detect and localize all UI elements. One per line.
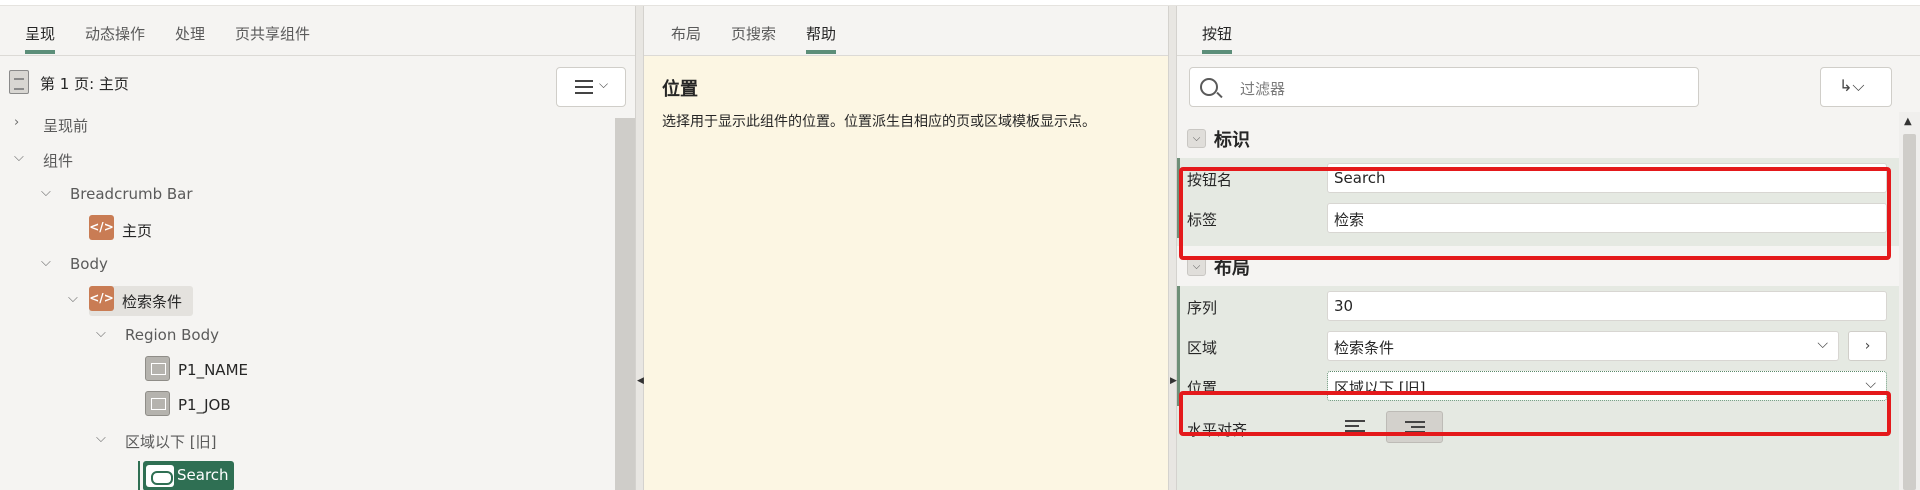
chevron-down-icon: ⌵ (68, 291, 78, 306)
tree-node-label: Body (70, 255, 108, 273)
middle-tabs: 布局 页搜索 帮助 (644, 6, 1168, 56)
tab-label: 帮助 (806, 25, 837, 43)
tab-processing[interactable]: 处理 (175, 23, 205, 44)
tab-dynamic-actions[interactable]: 动态操作 (85, 23, 145, 44)
code-region-icon: </> (89, 286, 114, 311)
pane-splitter-right[interactable]: ▶ (1168, 6, 1177, 490)
tab-label: 动态操作 (85, 25, 146, 43)
tree-node-p1-name[interactable]: P1_NAME (145, 356, 295, 386)
chevron-down-icon: ⌵ (41, 185, 51, 200)
tree-node-home[interactable]: </> 主页 (89, 215, 209, 245)
tab-label: 页搜索 (731, 25, 777, 43)
region-select[interactable]: 检索条件 ⌵ (1327, 331, 1839, 361)
tab-label: 呈现 (25, 25, 56, 43)
prop-label: 区域 (1187, 339, 1218, 357)
highlight-box-position (1179, 391, 1891, 436)
pane-splitter-left[interactable]: ◀ (635, 6, 644, 490)
tree-node-p1-job[interactable]: P1_JOB (145, 391, 295, 421)
help-pane: 布局 页搜索 帮助 位置 选择用于显示此组件的位置。位置派生自相应的页或区域模板… (644, 6, 1168, 490)
properties-scrollbar[interactable]: ▲ (1899, 112, 1920, 490)
chevron-down-icon: ⌵ (14, 150, 24, 165)
collapse-right-icon: ▶ (1170, 376, 1177, 386)
filter-input[interactable]: 过滤器 (1189, 67, 1699, 107)
button-component-icon (146, 465, 174, 487)
tab-shared-components[interactable]: 页共享组件 (235, 23, 310, 44)
section-title: 标识 (1214, 130, 1250, 151)
tree-menu-button[interactable]: ⌵ (556, 67, 626, 107)
tab-label: 处理 (175, 25, 206, 43)
text-field-item-icon (145, 356, 170, 381)
tree-node-breadcrumb-bar[interactable]: ⌵ Breadcrumb Bar (41, 180, 241, 210)
select-list-item-icon (145, 391, 170, 416)
active-tab-underline (806, 50, 837, 54)
chevron-down-icon: ⌵ (599, 77, 609, 91)
sequence-input[interactable]: 30 (1327, 291, 1887, 321)
active-tab-underline (1202, 50, 1233, 54)
scroll-up-icon: ▲ (1904, 116, 1912, 127)
select-value: 检索条件 (1334, 339, 1395, 357)
section-identification[interactable]: ⌵ 标识 (1177, 118, 1899, 158)
rendering-tree-pane: 呈现 动态操作 处理 页共享组件 第 1 页: 主页 ⌵ › 呈现前 ⌵ 组件 … (0, 6, 635, 490)
hamburger-menu-icon (575, 80, 593, 94)
tree-node-search-button[interactable]: Search (143, 461, 234, 490)
tree-node-label: 呈现前 (43, 117, 89, 135)
selection-indicator (138, 461, 140, 490)
tree-node-components[interactable]: ⌵ 组件 (14, 145, 214, 175)
tab-help[interactable]: 帮助 (806, 23, 837, 54)
tab-page-search[interactable]: 页搜索 (731, 23, 776, 44)
page-title: 第 1 页: 主页 (40, 75, 129, 93)
tree-node-label: 主页 (122, 222, 153, 240)
tree-node-label: Breadcrumb Bar (70, 185, 193, 203)
tree-page-header[interactable]: 第 1 页: 主页 (0, 68, 635, 100)
tab-button[interactable]: 按钮 (1202, 23, 1233, 54)
code-region-icon: </> (89, 215, 114, 240)
tree-node-search-criteria[interactable]: ⌵ </> 检索条件 (68, 286, 218, 316)
tab-label: 页共享组件 (235, 25, 311, 43)
tree-node-label: Search (177, 466, 229, 484)
right-tabs: 按钮 (1177, 6, 1920, 56)
tree-node-label: 组件 (43, 152, 74, 170)
prop-label: 序列 (1187, 299, 1218, 317)
search-icon (1200, 78, 1218, 96)
go-to-group-icon: ↳⌵ (1839, 76, 1865, 95)
tree-node-label: 检索条件 (122, 293, 183, 311)
tree-node-label: Region Body (125, 326, 219, 344)
tree-node-body[interactable]: ⌵ Body (41, 250, 241, 280)
chevron-down-icon: ⌵ (41, 255, 51, 270)
tree-node-label: 区域以下 [旧] (125, 433, 217, 451)
tab-label: 按钮 (1202, 25, 1233, 43)
active-tab-underline (25, 50, 56, 54)
required-indicator (1177, 326, 1180, 366)
collapse-left-icon: ◀ (637, 376, 644, 386)
tree-node-label: P1_JOB (178, 396, 231, 414)
filter-placeholder: 过滤器 (1240, 80, 1286, 98)
input-value: 30 (1334, 297, 1354, 315)
left-tabs: 呈现 动态操作 处理 页共享组件 (0, 6, 635, 56)
tree-node-region-body[interactable]: ⌵ Region Body (96, 321, 296, 351)
tab-label: 布局 (671, 25, 702, 43)
chevron-down-icon: ⌵ (1865, 376, 1876, 392)
help-title: 位置 (662, 79, 698, 100)
go-to-region-button[interactable]: › (1848, 331, 1887, 361)
required-indicator (1177, 286, 1180, 326)
help-text: 选择用于显示此组件的位置。位置派生自相应的页或区域模板显示点。 (662, 114, 1096, 130)
go-to-group-button[interactable]: ↳⌵ (1820, 67, 1892, 107)
tree-node-label: P1_NAME (178, 361, 248, 379)
prop-row-sequence: 序列 30 (1177, 286, 1899, 326)
highlight-box-identification (1179, 167, 1891, 260)
tab-rendering[interactable]: 呈现 (25, 23, 56, 54)
tree-node-below-region[interactable]: ⌵ 区域以下 [旧] (96, 426, 296, 456)
page-icon (9, 70, 29, 94)
chevron-right-icon: › (14, 115, 20, 130)
scrollbar-thumb[interactable] (1903, 134, 1916, 490)
collapse-toggle-icon[interactable]: ⌵ (1187, 129, 1206, 148)
chevron-right-icon: › (1864, 338, 1871, 354)
chevron-down-icon: ⌵ (96, 326, 106, 341)
prop-row-region: 区域 检索条件 ⌵ › (1177, 326, 1899, 366)
tree-scrollbar[interactable] (615, 118, 635, 490)
tree-node-pre-render[interactable]: › 呈现前 (14, 110, 214, 140)
chevron-down-icon: ⌵ (1817, 336, 1828, 352)
chevron-down-icon: ⌵ (96, 431, 106, 446)
tab-layout[interactable]: 布局 (671, 23, 701, 44)
